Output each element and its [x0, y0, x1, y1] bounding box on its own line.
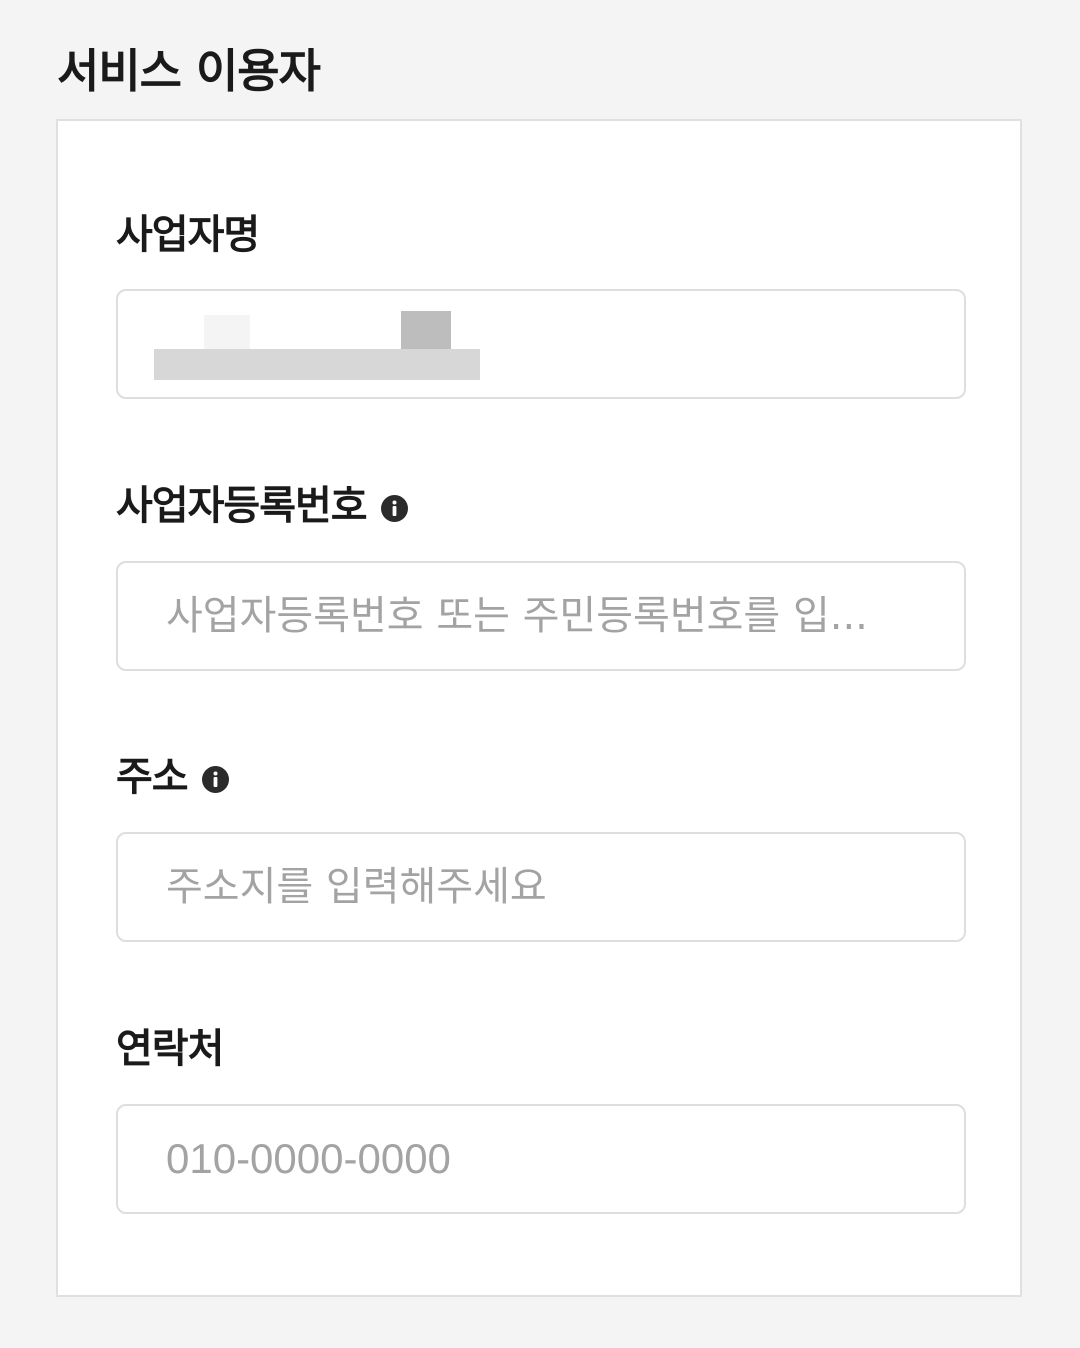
info-icon[interactable] [380, 494, 408, 522]
contact-input[interactable] [116, 1104, 966, 1214]
address-label-text: 주소 [116, 754, 189, 800]
service-user-card: 사업자명 사업자등록번호 주소 연락처 [56, 119, 1022, 1297]
registration-number-label: 사업자등록번호 [116, 478, 408, 534]
address-label: 주소 [116, 749, 229, 805]
section-title: 서비스 이용자 [57, 44, 321, 98]
redacted-value [154, 349, 480, 380]
contact-label-text: 연락처 [116, 1026, 224, 1072]
address-input[interactable] [116, 832, 966, 942]
registration-number-input[interactable] [116, 561, 966, 671]
info-icon[interactable] [201, 765, 229, 793]
redacted-value [204, 315, 250, 349]
registration-number-label-text: 사업자등록번호 [116, 483, 368, 529]
business-name-field[interactable] [116, 289, 966, 399]
contact-label: 연락처 [116, 1021, 224, 1077]
business-name-label-text: 사업자명 [116, 212, 260, 258]
business-name-label: 사업자명 [116, 207, 260, 263]
redacted-value [401, 311, 451, 349]
